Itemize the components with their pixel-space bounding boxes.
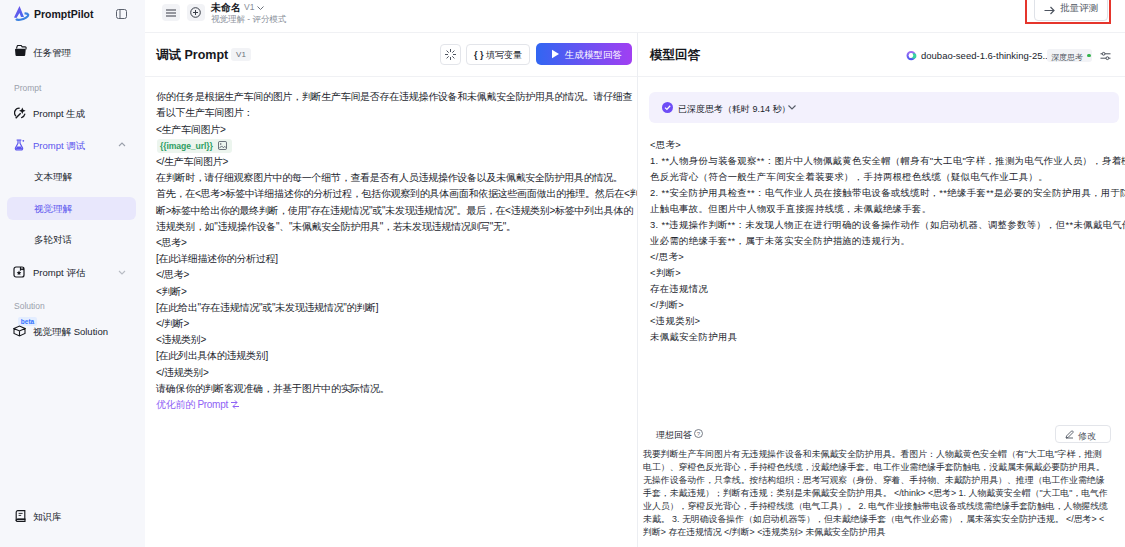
svg-text:?: ?	[697, 431, 701, 437]
